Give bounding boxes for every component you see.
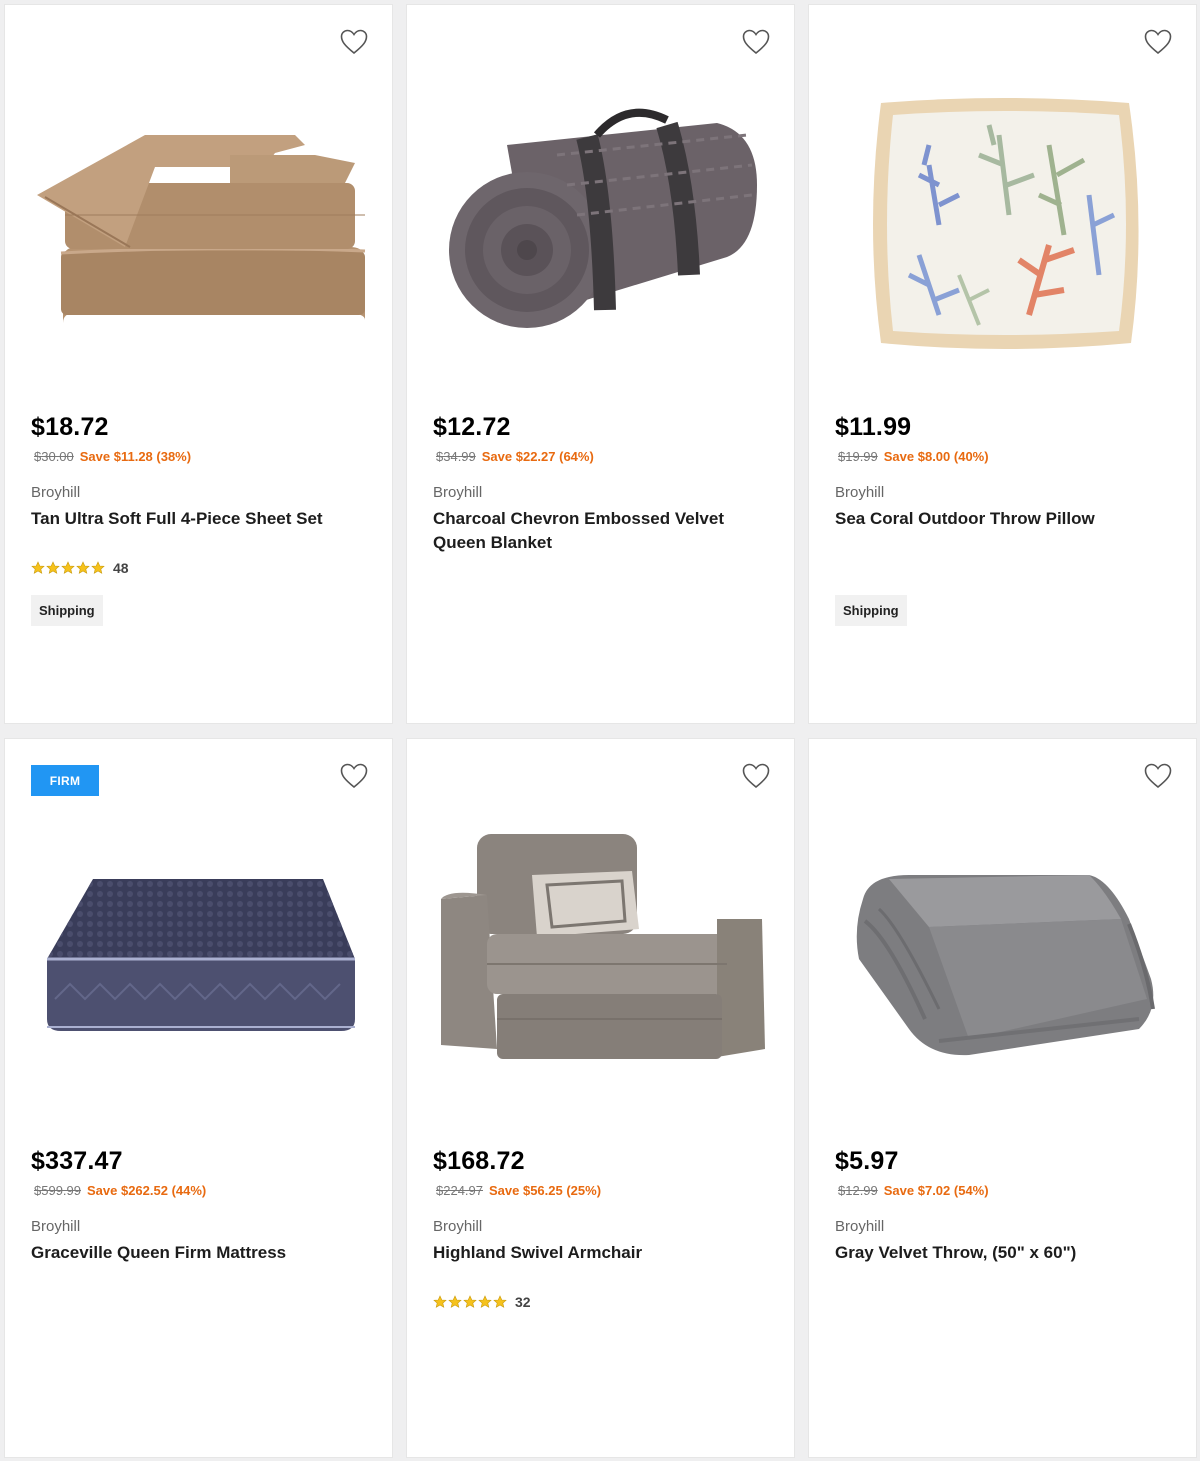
star-icon (448, 1295, 462, 1308)
shipping-tag: Shipping (835, 595, 907, 626)
product-card[interactable]: $12.72 $34.99 Save $22.27 (64%) Broyhill… (406, 4, 795, 724)
heart-icon[interactable] (1144, 763, 1172, 789)
sheet-set-image[interactable] (25, 75, 374, 375)
armchair-image[interactable] (427, 809, 776, 1109)
product-card[interactable]: $18.72 $30.00 Save $11.28 (38%) Broyhill… (4, 4, 393, 724)
star-rating (433, 1295, 507, 1309)
rolled-blanket-image[interactable] (427, 75, 776, 375)
star-icon (76, 561, 90, 574)
savings-text: Save $262.52 (44%) (87, 1183, 207, 1198)
savings-text: Save $22.27 (64%) (481, 449, 594, 464)
rating[interactable]: 32 (433, 1294, 531, 1310)
savings-text: Save $8.00 (40%) (883, 449, 989, 464)
star-icon (478, 1295, 492, 1308)
firm-badge: FIRM (31, 765, 99, 796)
brand: Broyhill (835, 484, 885, 501)
heart-icon[interactable] (1144, 29, 1172, 55)
review-count: 32 (515, 1294, 531, 1310)
original-price: $19.99 (838, 449, 878, 464)
price-savings: $19.99 Save $8.00 (40%) (838, 449, 989, 464)
heart-icon[interactable] (742, 763, 770, 789)
product-grid: $18.72 $30.00 Save $11.28 (38%) Broyhill… (0, 0, 1200, 1461)
product-card[interactable]: FIRM $337.47 $599.99 Save $262.52 (44%) … (4, 738, 393, 1458)
product-card[interactable]: $5.97 $12.99 Save $7.02 (54%) Broyhill G… (808, 738, 1197, 1458)
product-name[interactable]: Gray Velvet Throw, (50" x 60") (835, 1241, 1175, 1265)
star-rating (31, 561, 105, 575)
star-icon (46, 561, 60, 574)
price-savings: $599.99 Save $262.52 (44%) (34, 1183, 206, 1198)
star-icon (493, 1295, 507, 1308)
price-savings: $30.00 Save $11.28 (38%) (34, 449, 191, 464)
brand: Broyhill (31, 484, 81, 501)
mattress-image[interactable] (25, 809, 374, 1109)
savings-text: Save $56.25 (25%) (489, 1183, 602, 1198)
savings-text: Save $7.02 (54%) (883, 1183, 989, 1198)
star-icon (463, 1295, 477, 1308)
heart-icon[interactable] (742, 29, 770, 55)
brand: Broyhill (433, 1218, 483, 1235)
price: $18.72 (31, 413, 109, 441)
product-name[interactable]: Charcoal Chevron Embossed Velvet Queen B… (433, 507, 773, 555)
price: $168.72 (433, 1147, 525, 1175)
brand: Broyhill (31, 1218, 81, 1235)
heart-icon[interactable] (340, 763, 368, 789)
product-card[interactable]: $11.99 $19.99 Save $8.00 (40%) Broyhill … (808, 4, 1197, 724)
star-icon (433, 1295, 447, 1308)
price: $11.99 (835, 413, 912, 441)
price-savings: $34.99 Save $22.27 (64%) (436, 449, 594, 464)
star-icon (61, 561, 75, 574)
folded-throw-image[interactable] (829, 809, 1178, 1109)
shipping-tag: Shipping (31, 595, 103, 626)
product-name[interactable]: Graceville Queen Firm Mattress (31, 1241, 371, 1265)
original-price: $599.99 (34, 1183, 81, 1198)
product-card[interactable]: $168.72 $224.97 Save $56.25 (25%) Broyhi… (406, 738, 795, 1458)
original-price: $12.99 (838, 1183, 878, 1198)
savings-text: Save $11.28 (38%) (79, 449, 192, 464)
original-price: $34.99 (436, 449, 476, 464)
brand: Broyhill (433, 484, 483, 501)
price-savings: $12.99 Save $7.02 (54%) (838, 1183, 989, 1198)
price: $337.47 (31, 1147, 123, 1175)
price: $5.97 (835, 1147, 899, 1175)
coral-pillow-image[interactable] (829, 75, 1178, 375)
product-name[interactable]: Tan Ultra Soft Full 4-Piece Sheet Set (31, 507, 371, 531)
price-savings: $224.97 Save $56.25 (25%) (436, 1183, 601, 1198)
original-price: $224.97 (436, 1183, 483, 1198)
product-name[interactable]: Sea Coral Outdoor Throw Pillow (835, 507, 1175, 531)
review-count: 48 (113, 560, 129, 576)
heart-icon[interactable] (340, 29, 368, 55)
brand: Broyhill (835, 1218, 885, 1235)
star-icon (31, 561, 45, 574)
original-price: $30.00 (34, 449, 74, 464)
star-icon (91, 561, 105, 574)
price: $12.72 (433, 413, 511, 441)
rating[interactable]: 48 (31, 560, 129, 576)
product-name[interactable]: Highland Swivel Armchair (433, 1241, 773, 1265)
